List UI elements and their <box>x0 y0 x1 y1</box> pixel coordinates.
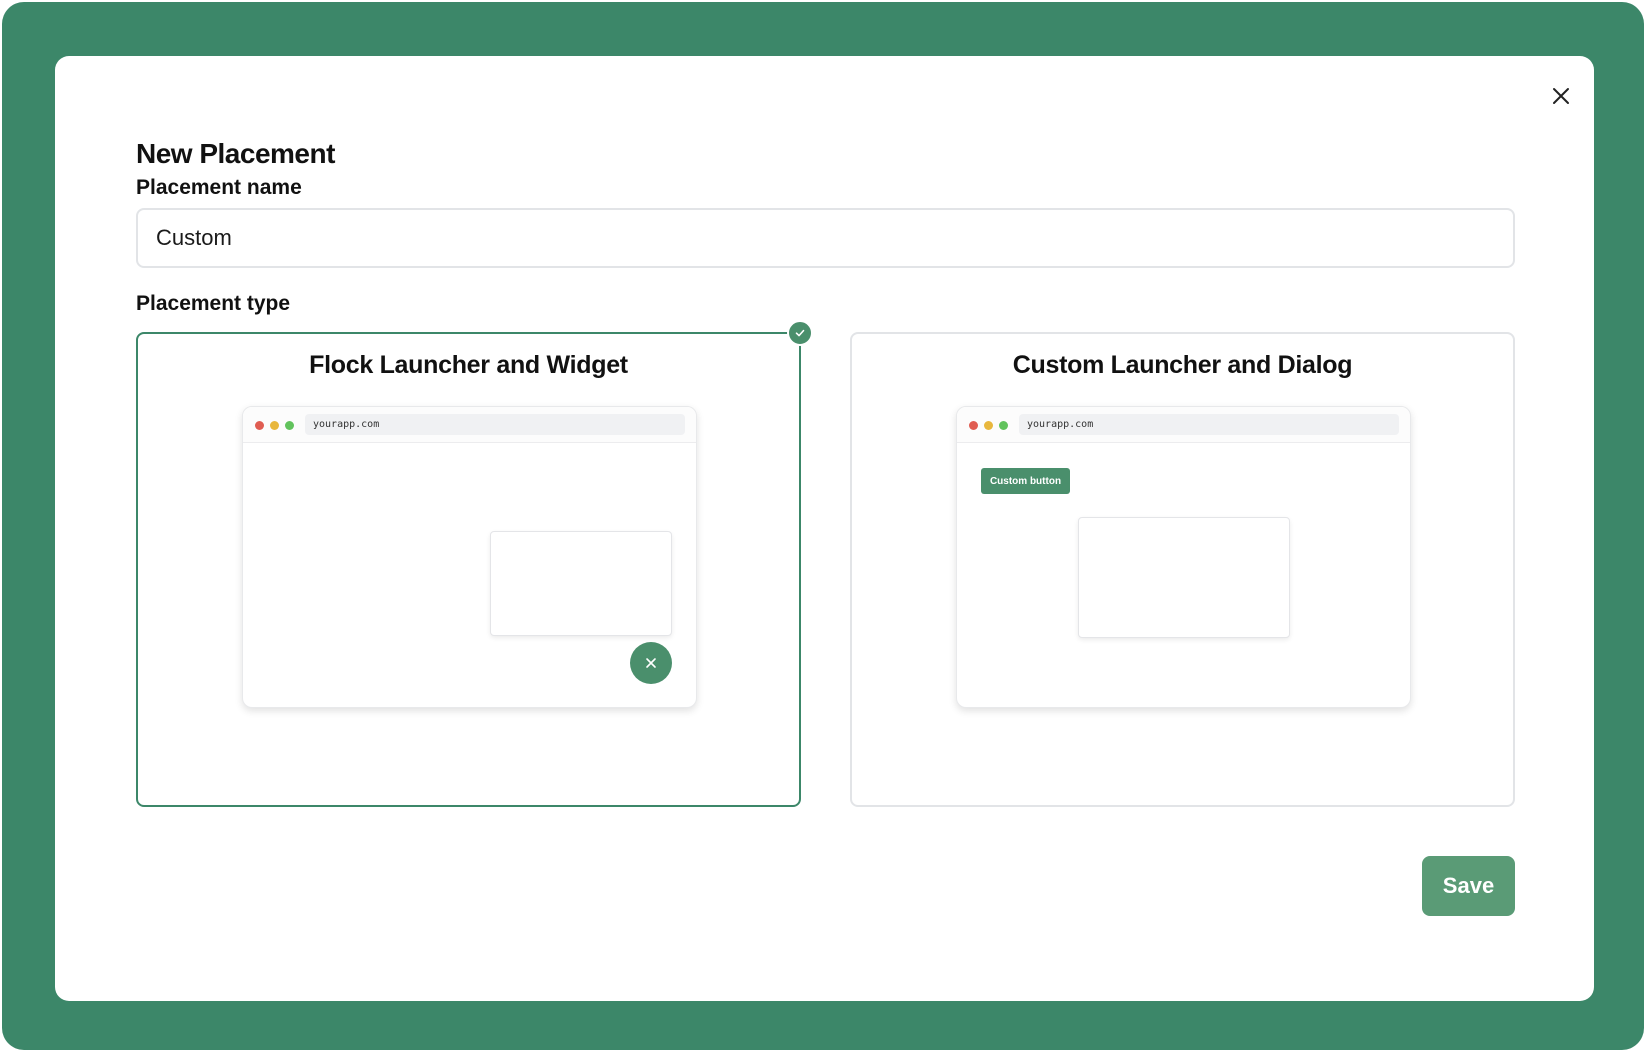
browser-toolbar: yourapp.com <box>957 407 1410 443</box>
placement-type-option-flock[interactable]: Flock Launcher and Widget yourapp.com <box>136 320 813 807</box>
url-bar: yourapp.com <box>1019 414 1399 435</box>
widget-panel-preview <box>490 531 672 636</box>
browser-preview: yourapp.com <box>242 406 697 708</box>
window-minimize-dot-icon <box>270 421 279 430</box>
placement-type-label: Placement type <box>136 292 291 315</box>
save-button[interactable]: Save <box>1422 856 1515 916</box>
placement-name-input[interactable] <box>136 208 1515 268</box>
launcher-button-preview <box>630 642 672 684</box>
url-bar: yourapp.com <box>305 414 685 435</box>
window-maximize-dot-icon <box>285 421 294 430</box>
dialog-panel-preview <box>1078 517 1290 638</box>
close-button[interactable] <box>1545 80 1577 112</box>
new-placement-modal: New Placement Placement name Placement t… <box>55 56 1594 1001</box>
close-icon <box>1553 88 1569 104</box>
placement-name-label: Placement name <box>136 176 302 199</box>
selected-check-badge <box>787 320 813 346</box>
page-title: New Placement <box>136 138 335 169</box>
window-maximize-dot-icon <box>999 421 1008 430</box>
background-frame: New Placement Placement name Placement t… <box>2 2 1644 1050</box>
browser-toolbar: yourapp.com <box>243 407 696 443</box>
placement-type-option-custom[interactable]: Custom Launcher and Dialog yourapp.com C… <box>850 332 1515 807</box>
window-minimize-dot-icon <box>984 421 993 430</box>
option-title: Custom Launcher and Dialog <box>1012 351 1353 379</box>
option-title: Flock Launcher and Widget <box>309 351 628 379</box>
browser-preview: yourapp.com Custom button <box>956 406 1411 708</box>
window-close-dot-icon <box>255 421 264 430</box>
close-icon <box>646 658 656 668</box>
window-close-dot-icon <box>969 421 978 430</box>
check-icon <box>795 329 805 337</box>
custom-button-preview: Custom button <box>981 468 1070 494</box>
